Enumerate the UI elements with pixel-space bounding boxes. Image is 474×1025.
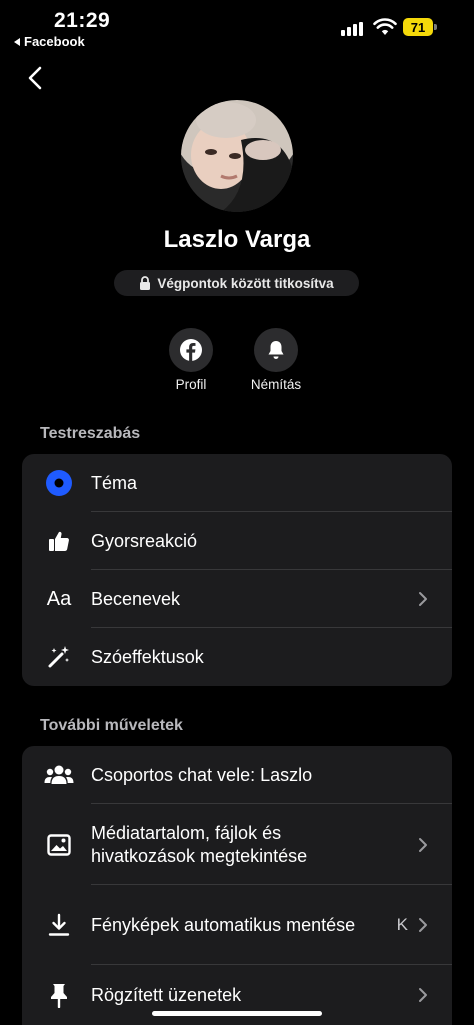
media-files-label-line1: Médiatartalom, fájlok és bbox=[91, 822, 282, 843]
battery-icon: 71 bbox=[403, 18, 437, 36]
media-files-label: Médiatartalom, fájlok és hivatkozások me… bbox=[91, 822, 307, 868]
auto-save-photos-status: K bbox=[396, 915, 408, 934]
chevron-right-icon bbox=[419, 592, 427, 606]
group-chat-label: Csoportos chat vele: Laszlo bbox=[91, 764, 313, 785]
mute-action-button[interactable]: Némítás bbox=[231, 328, 321, 392]
word-effects-label: Szóeffektusok bbox=[91, 646, 204, 667]
media-files-row[interactable]: Médiatartalom, fájlok és hivatkozások me… bbox=[22, 804, 452, 885]
avatar[interactable] bbox=[181, 100, 293, 212]
pinned-messages-label: Rögzített üzenetek bbox=[91, 984, 242, 1005]
word-effects-row[interactable]: Szóeffektusok bbox=[22, 628, 452, 686]
customize-section-title: Testreszabás bbox=[40, 425, 141, 442]
nicknames-row[interactable]: Aa Becenevek bbox=[22, 570, 452, 628]
chevron-right-icon bbox=[419, 918, 427, 932]
encryption-label: Végpontok között titkosítva bbox=[157, 275, 334, 291]
quick-reaction-row[interactable]: Gyorsreakció bbox=[22, 512, 452, 570]
back-chevron-icon[interactable] bbox=[24, 64, 48, 92]
facebook-icon bbox=[180, 339, 202, 361]
auto-save-photos-row[interactable]: Fényképek automatikus mentése K bbox=[22, 885, 452, 965]
back-app-label: Facebook bbox=[24, 34, 85, 49]
customize-card: Téma Gyorsreakció Aa Becenevek Szóeffekt… bbox=[22, 454, 452, 686]
lock-icon bbox=[140, 276, 151, 290]
media-files-label-line2: hivatkozások megtekintése bbox=[91, 845, 308, 866]
text-aa-icon: Aa bbox=[46, 587, 72, 610]
thumbs-up-icon bbox=[49, 531, 69, 551]
encryption-badge[interactable]: Végpontok között titkosítva bbox=[114, 270, 359, 296]
quick-reaction-label: Gyorsreakció bbox=[91, 530, 198, 551]
back-to-app-link[interactable]: Facebook bbox=[14, 34, 85, 49]
cellular-signal-icon bbox=[341, 22, 363, 36]
pin-icon bbox=[51, 984, 67, 1008]
group-chat-row[interactable]: Csoportos chat vele: Laszlo bbox=[22, 746, 452, 804]
wifi-icon bbox=[373, 18, 397, 35]
mute-action-label: Némítás bbox=[250, 377, 302, 392]
back-triangle-icon bbox=[14, 37, 20, 46]
theme-label: Téma bbox=[91, 472, 138, 493]
contact-name: Laszlo Varga bbox=[163, 226, 311, 253]
theme-row[interactable]: Téma bbox=[22, 454, 452, 512]
chevron-right-icon bbox=[419, 837, 427, 852]
profile-action-button[interactable]: Profil bbox=[146, 328, 236, 392]
status-bar: 21:29 Facebook 71 bbox=[0, 0, 474, 56]
battery-level: 71 bbox=[410, 19, 426, 35]
more-actions-card: Csoportos chat vele: Laszlo Médiatartalo… bbox=[22, 746, 452, 1025]
status-time: 21:29 bbox=[54, 9, 111, 32]
pinned-messages-row[interactable]: Rögzített üzenetek bbox=[22, 965, 452, 1025]
profile-action-label: Profil bbox=[175, 377, 207, 392]
image-icon bbox=[47, 833, 71, 856]
nicknames-label: Becenevek bbox=[91, 588, 181, 609]
theme-dot-icon bbox=[46, 470, 72, 496]
more-actions-section-title: További műveletek bbox=[40, 717, 183, 734]
auto-save-photos-label: Fényképek automatikus mentése bbox=[91, 914, 356, 935]
group-icon bbox=[44, 765, 74, 784]
download-icon bbox=[48, 913, 70, 936]
magic-wand-icon bbox=[48, 646, 69, 668]
home-indicator[interactable] bbox=[152, 1011, 322, 1016]
chevron-right-icon bbox=[419, 988, 427, 1002]
bell-icon bbox=[268, 341, 284, 359]
